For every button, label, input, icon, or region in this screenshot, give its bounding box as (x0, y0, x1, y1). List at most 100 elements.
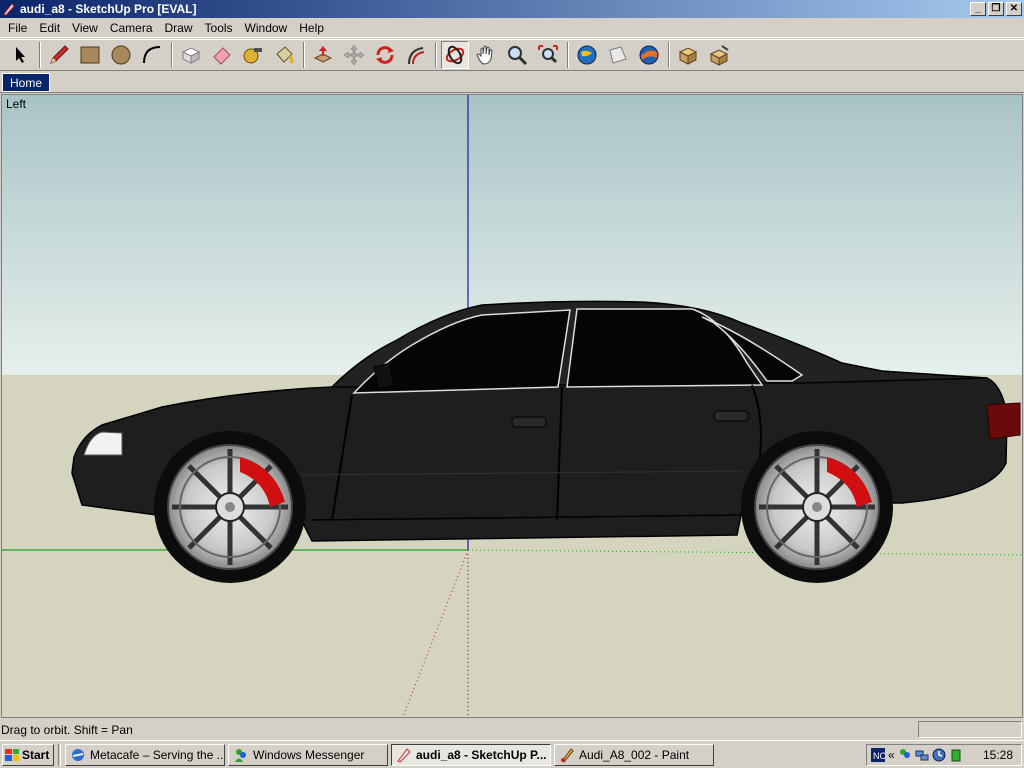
messenger-icon (235, 748, 246, 762)
model-viewport[interactable]: Left (1, 94, 1023, 718)
make-component-tool[interactable] (177, 41, 205, 69)
orbit-tool[interactable] (441, 41, 469, 69)
menu-camera[interactable]: Camera (104, 19, 159, 37)
taskbar-separator (58, 743, 61, 766)
rotate-icon (376, 46, 394, 64)
circle-tool[interactable] (107, 41, 135, 69)
component-window-tool[interactable] (674, 41, 702, 69)
network-icon[interactable] (915, 748, 929, 762)
tape-icon (243, 48, 262, 64)
menu-file[interactable]: File (2, 19, 33, 37)
pan-tool[interactable] (472, 41, 500, 69)
rectangle-tool[interactable] (76, 41, 104, 69)
arc-tool[interactable] (138, 41, 166, 69)
rear-wheel (741, 431, 893, 583)
menu-view[interactable]: View (66, 19, 104, 37)
arc-icon (143, 46, 161, 64)
select-tool[interactable] (6, 41, 34, 69)
toolbar-separator (39, 42, 41, 68)
move-tool[interactable] (340, 41, 368, 69)
pencil-icon (50, 45, 69, 64)
toolbar-separator (668, 42, 670, 68)
move-icon (343, 44, 365, 66)
scene-tabs-bar: Home (0, 72, 1024, 93)
bucket-icon (276, 46, 294, 64)
sketchup-icon (397, 747, 411, 763)
taillight (986, 402, 1021, 440)
taskbar-clock[interactable]: 15:28 (983, 748, 1013, 762)
task-metacafe[interactable]: Metacafe – Serving the ... (65, 743, 225, 766)
task-windows-messenger[interactable]: Windows Messenger (228, 743, 388, 766)
front-wheel (154, 431, 306, 583)
minimize-button[interactable]: _ (970, 2, 986, 16)
status-text: Drag to orbit. Shift = Pan (1, 722, 133, 737)
task-label: audi_a8 - SketchUp P... (416, 747, 547, 762)
start-button[interactable]: Start (2, 743, 54, 766)
main-toolbar (0, 39, 1024, 71)
language-icon[interactable]: NO (871, 748, 885, 762)
menu-window[interactable]: Window (239, 19, 294, 37)
task-label: Windows Messenger (253, 747, 365, 762)
status-bar: Drag to orbit. Shift = Pan (0, 720, 1024, 739)
restore-button[interactable]: ❐ (988, 2, 1004, 16)
view-name-label: Left (6, 97, 27, 111)
show-hidden-icons-icon[interactable]: « (888, 748, 895, 762)
share-icon (609, 46, 627, 64)
toolbar-separator (303, 42, 305, 68)
hand-icon (476, 45, 493, 65)
globe-icon (577, 45, 597, 65)
rectangle-icon (80, 46, 100, 64)
rear-door-handle (713, 410, 749, 422)
eraser-tool[interactable] (208, 41, 236, 69)
box-icon (678, 47, 698, 65)
earth-icon (639, 45, 659, 65)
front-door-handle (511, 416, 547, 428)
side-mirror (373, 362, 395, 390)
follow-me-tool[interactable] (402, 41, 430, 69)
arrow-icon (16, 47, 25, 63)
push-pull-tool[interactable] (309, 41, 337, 69)
system-tray: NO « 15:28 (866, 744, 1022, 766)
sketchup-icon (3, 3, 15, 16)
get-models-tool[interactable] (573, 41, 601, 69)
measurements-box[interactable] (918, 721, 1022, 738)
clock-tray-icon[interactable] (932, 748, 946, 762)
menu-bar: File Edit View Camera Draw Tools Window … (0, 18, 1024, 38)
ie-icon (72, 748, 84, 761)
menu-edit[interactable]: Edit (33, 19, 66, 37)
zoom-extents-icon (538, 45, 558, 64)
extension-tool[interactable] (705, 41, 733, 69)
menu-draw[interactable]: Draw (159, 19, 199, 37)
task-label: Audi_A8_002 - Paint (579, 747, 690, 762)
component-icon (181, 47, 201, 64)
task-sketchup[interactable]: audi_a8 - SketchUp P... (391, 743, 551, 766)
task-paint[interactable]: Audi_A8_002 - Paint (554, 743, 714, 766)
rotate-tool[interactable] (371, 41, 399, 69)
messenger-tray-icon[interactable] (898, 748, 912, 762)
title-bar: audi_a8 - SketchUp Pro [EVAL] _ ❐ ✕ (0, 0, 1024, 18)
battery-icon[interactable] (949, 748, 963, 762)
pencil-tool[interactable] (45, 41, 73, 69)
toolbar-separator (171, 42, 173, 68)
google-earth-tool[interactable] (635, 41, 663, 69)
scene-tab-home[interactable]: Home (2, 73, 51, 92)
magnifier-icon (508, 46, 528, 66)
window-title: audi_a8 - SketchUp Pro [EVAL] (20, 2, 197, 16)
followme-icon (408, 47, 425, 65)
toolbar-separator (435, 42, 437, 68)
share-model-tool[interactable] (604, 41, 632, 69)
tape-measure-tool[interactable] (239, 41, 267, 69)
close-button[interactable]: ✕ (1006, 2, 1022, 16)
paint-bucket-tool[interactable] (270, 41, 298, 69)
menu-help[interactable]: Help (293, 19, 330, 37)
taskbar: Start Metacafe – Serving the ... Windows… (0, 740, 1024, 768)
zoom-extents-tool[interactable] (534, 41, 562, 69)
task-label: Metacafe – Serving the ... (90, 747, 225, 762)
menu-tools[interactable]: Tools (199, 19, 239, 37)
svg-text:NO: NO (873, 751, 885, 761)
paint-icon (561, 747, 574, 763)
eraser-icon (213, 47, 231, 65)
circle-icon (111, 45, 131, 65)
box-gear-icon (709, 45, 729, 66)
zoom-tool[interactable] (503, 41, 531, 69)
